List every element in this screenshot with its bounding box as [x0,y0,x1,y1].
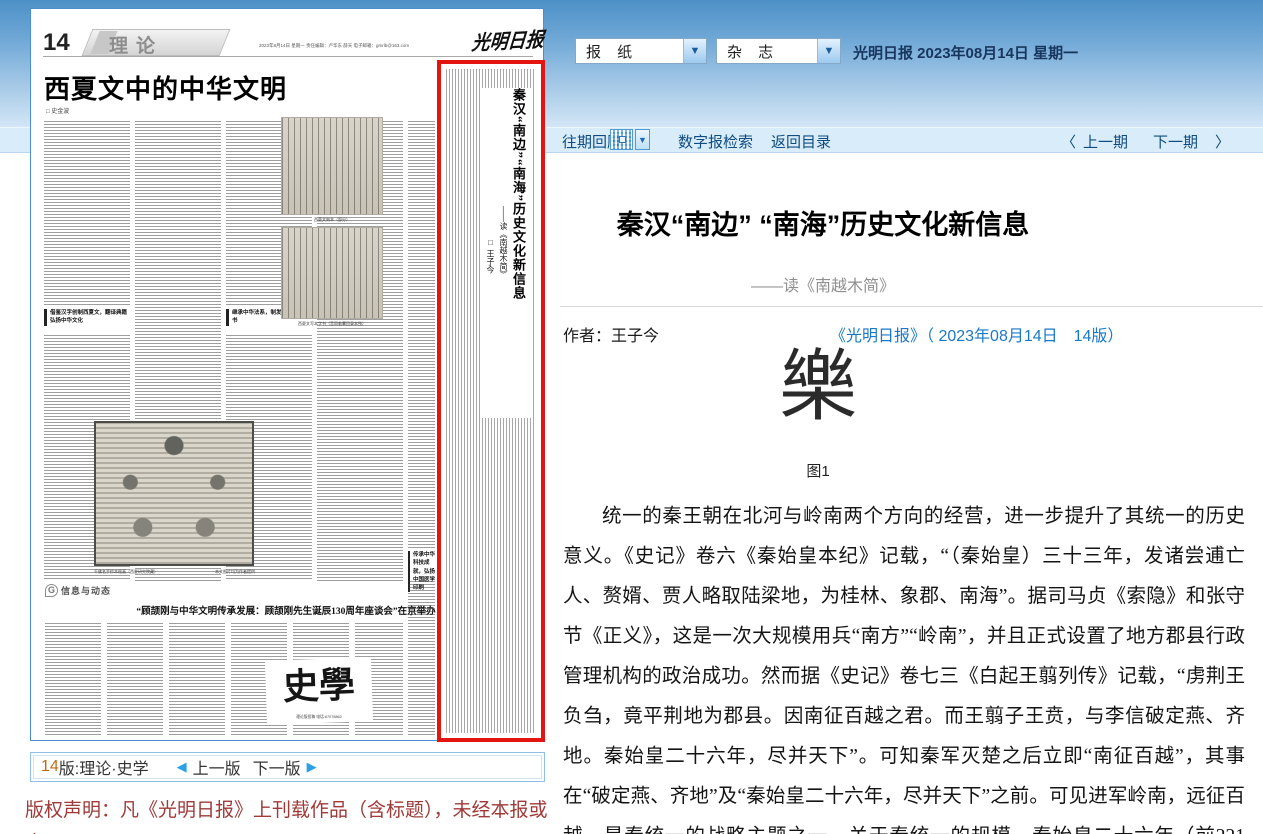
nav-digital-search[interactable]: 数字报检索 [678,131,753,152]
article-title: 秦汉“南边” “南海”历史文化新信息 [563,203,1083,242]
article-source: 《光明日报》（ 2023年08月14日 14版） [830,322,1123,346]
figure-caption: 图1 [563,460,1073,481]
calendar-dropdown-arrow-icon[interactable]: ▼ [635,129,650,150]
divider [560,306,1263,307]
redbox-title-block: 秦汉“南边”“南海”历史文化新信息 ——读《南越木简》 □ 王子今 [480,88,531,418]
woodcut-caption-right: 本文图片均为作者提供 [199,569,255,575]
redbox-article-byline: □ 王子今 [485,238,496,418]
paper-subhead-1: 借鉴汉字创制西夏文，翻译典籍弘扬中华文化 [44,309,130,326]
next-page-arrow-icon[interactable]: ▶ [307,759,317,775]
newsprint-column [135,121,221,419]
prev-page-link[interactable]: 上一版 [193,755,241,779]
xixia-manuscript-caption: 西夏文写本字书（音同临摹回录本残） [281,321,383,327]
info-section-header: G 信息与动态 [45,584,111,597]
chevron-down-icon[interactable]: ▼ [817,39,840,63]
newspaper-select-value: 报 纸 [576,41,683,62]
newsprint-column [408,581,435,735]
redbox-article-title: 秦汉“南边”“南海”历史文化新信息 [509,88,528,418]
newsprint-column [169,623,225,735]
newsprint-column [107,623,163,735]
shixue-contact-note: 理论版投稿 电话:67078862 [271,715,367,720]
paper-header-rule [43,56,533,57]
magazine-select-value: 杂 志 [717,41,817,62]
newspaper-page-image[interactable]: 14 理论 2023年8月14日 星期一 责任编辑：卢华东 薛天 电子邮箱：gm… [30,8,544,741]
pagenav-label: 版:理论·史学 [59,755,149,779]
digital-newspaper-page: 报 纸 ▼ 杂 志 ▼ 光明日报 2023年08月14日 星期一 往期回顾 ▼ … [0,0,1263,834]
newsprint-column [44,121,130,307]
info-g-icon: G [45,584,58,597]
newspaper-select[interactable]: 报 纸 ▼ [575,38,707,64]
highlighted-article-box[interactable]: 秦汉“南边”“南海”历史文化新信息 ——读《南越木简》 □ 王子今 [437,60,545,742]
woodcut-caption-left: 千佛名手抄本绘画（西夏研究院藏） [94,569,194,575]
copyright-line-1: 版权声明：凡《光明日报》上刊载作品（含标题），未经本报或本 [25,794,560,834]
xixia-print-caption: 西夏文刻本（部分） [281,217,383,223]
nav-return-toc[interactable]: 返回目录 [771,131,831,152]
calendar-dot [619,136,626,143]
issue-date-label: 光明日报 2023年08月14日 星期一 [853,42,1078,63]
article-author: 作者：王子今 [563,322,659,346]
info-section-label: 信息与动态 [61,584,111,597]
magazine-select[interactable]: 杂 志 ▼ [716,38,841,64]
buddhist-woodcut-image [94,421,254,566]
copyright-notice: 版权声明：凡《光明日报》上刊载作品（含标题），未经本报或本 报网书面授权，不得转… [25,794,560,834]
pagenav-page-number: 14 [41,758,59,776]
prev-page-arrow-icon[interactable]: ◀ [177,759,187,775]
paper-masthead-logo: 光明日报 [471,23,545,56]
paper-main-headline: 西夏文中的中华文明 [44,69,287,106]
xixia-manuscript-photo [281,227,383,319]
xixia-print-photo [281,117,383,215]
section-name: 理论 [109,31,163,58]
newsprint-column [45,623,101,735]
chevron-down-icon[interactable]: ▼ [683,39,706,63]
article-body: 统一的秦王朝在北河与岭南两个方向的经营，进一步提升了其统一的历史意义。《史记》卷… [563,497,1245,834]
page-navigation-bar: 14 版:理论·史学 ◀ 上一版 下一版 ▶ [30,752,545,782]
nav-prev-issue[interactable]: 上一期 [1083,131,1128,152]
figure-calligraphy-glyph: 樂 [563,348,1073,426]
newsprint-column [408,121,435,549]
calendar-icon[interactable] [610,129,633,150]
paper-header-meta: 2023年8月14日 星期一 责任编辑：卢华东 薛天 电子邮箱：gmrlb@16… [259,43,459,49]
paper-main-byline: □ 史金波 [46,106,69,115]
next-page-link[interactable]: 下一版 [253,755,301,779]
nav-next-issue[interactable]: 下一期 [1153,131,1198,152]
prev-issue-bracket-icon[interactable]: 〈 [1061,131,1076,152]
paper-page-number: 14 [43,29,70,57]
article-subtitle: ——读《南越木简》 [563,272,1083,296]
redbox-article-subtitle: ——读《南越木简》 [498,206,509,418]
next-issue-bracket-icon[interactable]: 〉 [1215,131,1230,152]
